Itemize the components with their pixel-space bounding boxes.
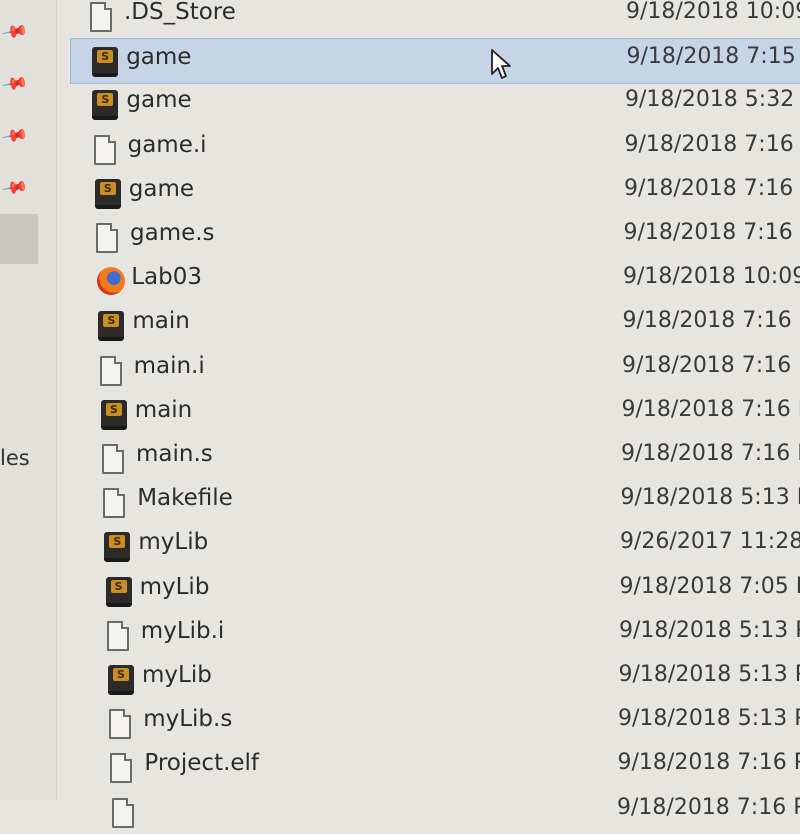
file-icon bbox=[96, 223, 118, 253]
file-name: .DS_Store bbox=[124, 0, 236, 25]
file-icon bbox=[94, 135, 116, 165]
file-name: game.s bbox=[130, 220, 215, 246]
file-icon bbox=[103, 488, 125, 518]
file-name: myLib bbox=[140, 574, 210, 600]
file-date-modified: 9/18/2018 7:16 P bbox=[624, 176, 800, 201]
sublime-logo-letter: S bbox=[97, 93, 113, 106]
file-row[interactable]: main.i 9/18/2018 7:16 PI bbox=[70, 348, 800, 392]
navigation-pane: 📌 📌 📌 📌 les bbox=[0, 0, 56, 800]
file-date-modified: 9/18/2018 7:16 P bbox=[623, 308, 800, 333]
sublime-icon: S bbox=[92, 47, 118, 77]
file-date-modified: 9/26/2017 11:28 P bbox=[620, 529, 800, 554]
sublime-logo-letter: S bbox=[100, 182, 116, 195]
file-row[interactable]: 9/18/2018 7:16 PN bbox=[70, 790, 800, 834]
file-date-modified: 9/18/2018 7:05 PN bbox=[620, 574, 800, 599]
pin-icon[interactable]: 📌 bbox=[0, 174, 28, 202]
file-name: myLib.s bbox=[143, 706, 232, 732]
file-date-modified: 9/18/2018 5:13 PN bbox=[621, 485, 800, 510]
file-row[interactable]: game.i 9/18/2018 7:16 P bbox=[70, 127, 800, 171]
sublime-logo-letter: S bbox=[106, 403, 122, 416]
file-name: main bbox=[132, 308, 189, 334]
file-name: main bbox=[135, 397, 192, 423]
file-icon bbox=[102, 444, 124, 474]
sublime-icon: S bbox=[95, 179, 121, 209]
file-row[interactable]: Smain 9/18/2018 7:16 PI bbox=[70, 392, 800, 436]
file-date-modified: 9/18/2018 7:16 PN bbox=[617, 795, 800, 820]
firefox-icon bbox=[97, 267, 125, 295]
sublime-logo-letter: S bbox=[109, 535, 125, 548]
sublime-icon: S bbox=[108, 665, 134, 695]
file-icon bbox=[112, 798, 134, 828]
file-date-modified: 9/18/2018 5:13 PN bbox=[619, 618, 800, 643]
file-row[interactable]: Sgame 9/18/2018 7:15 P bbox=[70, 38, 800, 84]
file-date-modified: 9/18/2018 7:16 PI bbox=[621, 441, 800, 466]
sublime-logo-letter: S bbox=[111, 580, 127, 593]
file-row[interactable]: Smain 9/18/2018 7:16 P bbox=[70, 303, 800, 347]
sublime-logo-letter: S bbox=[113, 668, 129, 681]
sublime-icon: S bbox=[98, 311, 124, 341]
file-icon bbox=[110, 753, 132, 783]
sublime-icon: S bbox=[101, 400, 127, 430]
file-date-modified: 9/18/2018 5:13 PN bbox=[618, 706, 800, 731]
pin-icon[interactable]: 📌 bbox=[0, 70, 28, 98]
file-name: Project.elf bbox=[144, 750, 259, 776]
file-name: Lab03 bbox=[131, 264, 202, 290]
file-row[interactable]: Sgame 9/18/2018 5:32 P bbox=[70, 82, 800, 126]
file-row[interactable]: Project.elf 9/18/2018 7:16 PN bbox=[70, 745, 800, 789]
file-row[interactable]: SmyLib 9/18/2018 7:05 PN bbox=[70, 569, 800, 613]
file-name: main.s bbox=[136, 441, 213, 467]
file-date-modified: 9/18/2018 7:16 PI bbox=[622, 397, 800, 422]
file-row[interactable]: Lab03 9/18/2018 10:09 bbox=[70, 259, 800, 303]
file-date-modified: 9/18/2018 7:16 P bbox=[624, 220, 800, 245]
file-name: game.i bbox=[128, 132, 207, 158]
file-name: myLib.i bbox=[141, 618, 225, 644]
mouse-cursor-icon bbox=[490, 48, 512, 82]
nav-item-selected[interactable] bbox=[0, 214, 38, 264]
file-row[interactable]: SmyLib 9/26/2017 11:28 P bbox=[70, 524, 800, 568]
file-name: Makefile bbox=[137, 485, 233, 511]
file-row[interactable]: Makefile 9/18/2018 5:13 PN bbox=[70, 480, 800, 524]
file-row[interactable]: myLib.s 9/18/2018 5:13 PN bbox=[70, 701, 800, 745]
pin-icon[interactable]: 📌 bbox=[0, 18, 28, 46]
file-row[interactable]: Sgame 9/18/2018 7:16 P bbox=[70, 171, 800, 215]
file-icon bbox=[90, 2, 112, 32]
file-date-modified: 9/18/2018 7:15 P bbox=[627, 44, 800, 69]
file-date-modified: 9/18/2018 5:13 PN bbox=[619, 662, 800, 687]
file-name: myLib bbox=[138, 529, 208, 555]
file-icon bbox=[107, 621, 129, 651]
file-date-modified: 9/18/2018 10:09 bbox=[626, 0, 800, 24]
file-name: game bbox=[129, 176, 194, 202]
file-date-modified: 9/18/2018 5:32 P bbox=[625, 87, 800, 112]
file-icon bbox=[100, 356, 122, 386]
file-name: game bbox=[126, 87, 191, 113]
sublime-icon: S bbox=[104, 532, 130, 562]
sublime-logo-letter: S bbox=[97, 50, 113, 63]
file-name: game bbox=[126, 44, 191, 70]
file-icon bbox=[109, 709, 131, 739]
sublime-logo-letter: S bbox=[103, 314, 119, 327]
pin-icon[interactable]: 📌 bbox=[0, 122, 28, 150]
sublime-icon: S bbox=[92, 90, 118, 120]
file-date-modified: 9/18/2018 7:16 PN bbox=[618, 750, 800, 775]
file-date-modified: 9/18/2018 10:09 bbox=[623, 264, 800, 289]
file-date-modified: 9/18/2018 7:16 PI bbox=[622, 353, 800, 378]
file-row[interactable]: myLib.i 9/18/2018 5:13 PN bbox=[70, 613, 800, 657]
file-row[interactable]: main.s 9/18/2018 7:16 PI bbox=[70, 436, 800, 480]
file-row[interactable]: .DS_Store 9/18/2018 10:09 bbox=[70, 0, 800, 38]
pane-divider[interactable] bbox=[56, 0, 57, 800]
file-row[interactable]: game.s 9/18/2018 7:16 P bbox=[70, 215, 800, 259]
file-name: main.i bbox=[134, 353, 205, 379]
file-row[interactable]: SmyLib 9/18/2018 5:13 PN bbox=[70, 657, 800, 701]
file-date-modified: 9/18/2018 7:16 P bbox=[625, 132, 800, 157]
sublime-icon: S bbox=[106, 577, 132, 607]
nav-item-label[interactable]: les bbox=[0, 446, 30, 470]
file-name: myLib bbox=[142, 662, 212, 688]
